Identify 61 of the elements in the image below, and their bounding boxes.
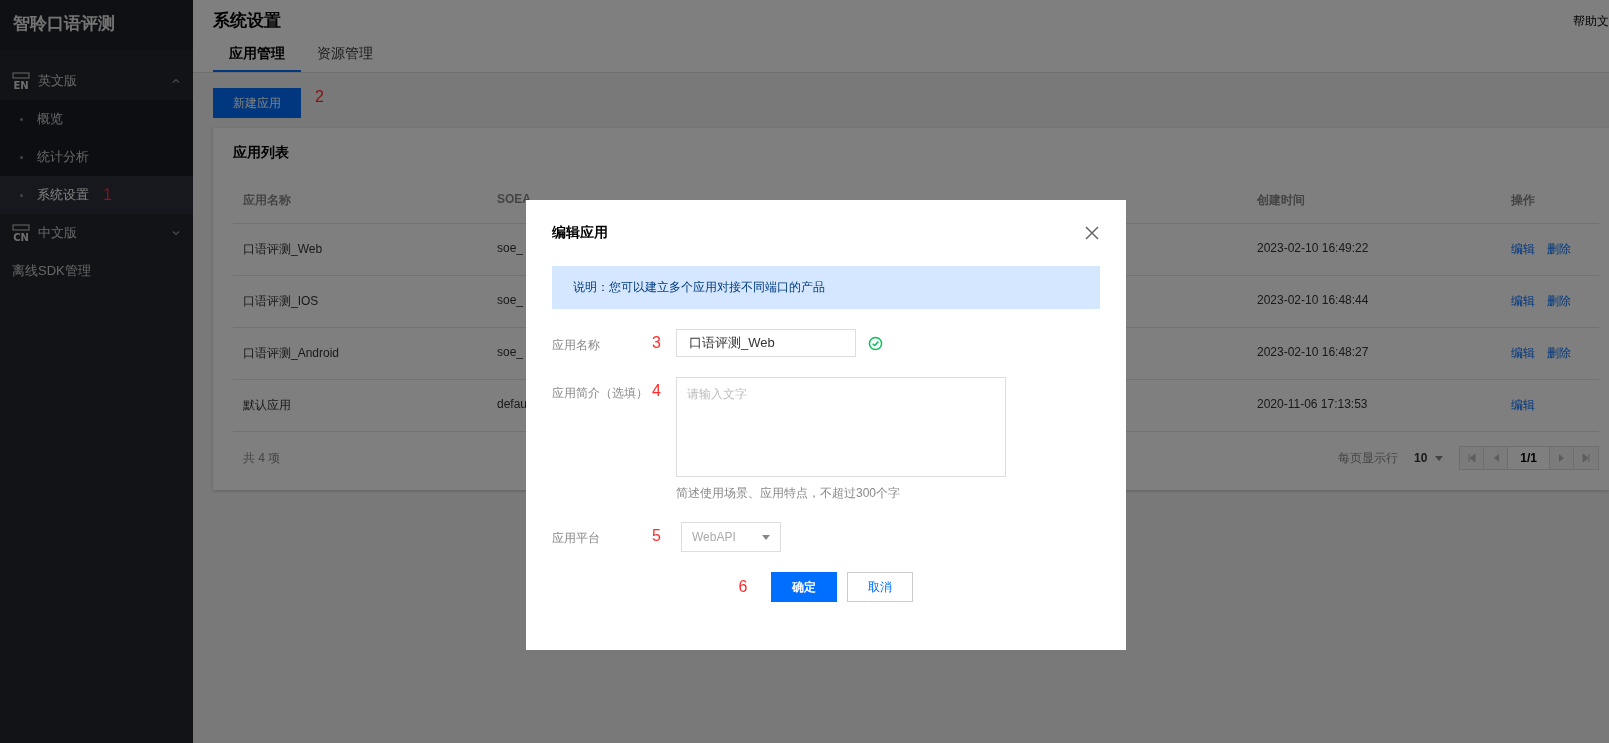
- annotation-number: 6: [738, 578, 748, 596]
- sidebar-link[interactable]: 离线SDK管理: [0, 252, 193, 290]
- sidebar-item[interactable]: 系统设置 1: [0, 176, 193, 214]
- name-input[interactable]: 口语评测_Web: [676, 329, 856, 357]
- action-link[interactable]: 删除: [1547, 345, 1571, 362]
- annotation-number: 1: [103, 186, 112, 204]
- table-cell: 2023-02-10 16:49:22: [1247, 224, 1501, 276]
- table-cell: 口语评测_Web: [233, 224, 487, 276]
- dropdown-caret-icon: [762, 534, 770, 540]
- column-header: 应用名称: [233, 178, 487, 224]
- next-page-button[interactable]: [1550, 447, 1574, 469]
- hint-text: 简述使用场景、应用特点，不超过300个字: [676, 485, 902, 502]
- table-cell: 口语评测_IOS: [233, 276, 487, 328]
- notice-banner: 说明：您可以建立多个应用对接不同端口的产品: [552, 266, 1100, 309]
- annotation-number: 3: [652, 333, 662, 352]
- field-label: 应用简介（选填）: [552, 385, 649, 402]
- help-link[interactable]: 帮助文: [1573, 13, 1609, 37]
- chevron-icon: [171, 228, 181, 238]
- last-page-icon: [1582, 454, 1590, 462]
- action-link[interactable]: 编辑: [1511, 293, 1535, 310]
- action-link[interactable]: 编辑: [1511, 345, 1535, 362]
- total-count: 共 4 项: [243, 449, 281, 467]
- action-link[interactable]: 删除: [1547, 241, 1571, 258]
- table-cell: 2020-11-06 17:13:53: [1247, 380, 1501, 432]
- annotation-number: 4: [652, 381, 662, 400]
- first-page-icon: [1467, 454, 1476, 462]
- next-page-icon: [1558, 454, 1565, 462]
- confirm-button[interactable]: 确定: [771, 572, 838, 602]
- column-header: 操作: [1501, 178, 1599, 224]
- action-link[interactable]: 编辑: [1511, 397, 1535, 414]
- description-textarea[interactable]: 请输入文字: [676, 377, 1006, 477]
- action-link[interactable]: 删除: [1547, 293, 1571, 310]
- close-icon[interactable]: [1084, 225, 1100, 241]
- dropdown-caret-icon: [1435, 455, 1444, 461]
- page-title: 系统设置: [213, 10, 281, 32]
- table-cell: 默认应用: [233, 380, 487, 432]
- chevron-icon: [171, 76, 181, 86]
- table-cell: 2023-02-10 16:48:27: [1247, 328, 1501, 380]
- sidebar-item[interactable]: 概览: [0, 100, 193, 138]
- dialog-title: 编辑应用: [552, 224, 608, 242]
- table-cell: 2023-02-10 16:48:44: [1247, 276, 1501, 328]
- page-size-select[interactable]: 10: [1407, 450, 1450, 466]
- page-size-label: 每页显示行: [1337, 449, 1398, 467]
- card-title: 应用列表: [233, 144, 290, 162]
- last-page-button[interactable]: [1574, 447, 1598, 469]
- table-cell: 口语评测_Android: [233, 328, 487, 380]
- prev-page-icon: [1492, 454, 1499, 462]
- sidebar-item[interactable]: 统计分析: [0, 138, 193, 176]
- field-label: 应用平台: [552, 530, 601, 547]
- column-header: 创建时间: [1247, 178, 1501, 224]
- tab[interactable]: 资源管理: [301, 37, 389, 72]
- new-app-button[interactable]: 新建应用: [213, 88, 301, 118]
- field-label: 应用名称: [552, 337, 601, 354]
- first-page-button[interactable]: [1460, 447, 1485, 469]
- sidebar-group[interactable]: EN 英文版: [0, 62, 193, 100]
- cancel-button[interactable]: 取消: [847, 572, 914, 602]
- annotation-number: 2: [315, 88, 324, 106]
- sidebar-group[interactable]: CN 中文版: [0, 214, 193, 252]
- action-link[interactable]: 编辑: [1511, 241, 1535, 258]
- annotation-number: 5: [652, 526, 662, 545]
- prev-page-button[interactable]: [1484, 447, 1509, 469]
